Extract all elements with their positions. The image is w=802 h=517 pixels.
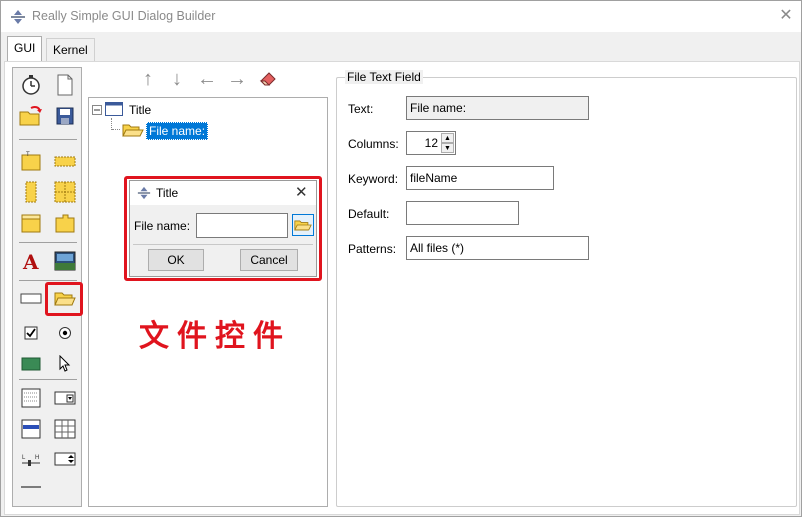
palette-highlight-box	[45, 282, 83, 316]
tree-root-label[interactable]: Title	[129, 103, 151, 117]
component-tree: Title File name:	[88, 97, 328, 507]
image-icon[interactable]	[53, 249, 77, 273]
separator-line-icon[interactable]	[19, 475, 43, 499]
vertical-box-icon[interactable]	[19, 180, 43, 204]
combo-box-icon[interactable]	[53, 386, 77, 410]
move-down-arrow-icon[interactable]: ↓	[166, 68, 188, 90]
columns-prop-label: Columns:	[348, 137, 399, 151]
slider-icon[interactable]: LH	[19, 447, 43, 471]
save-icon[interactable]	[53, 104, 77, 128]
label-text-icon[interactable]: A	[19, 249, 43, 273]
file-field-node-icon	[122, 122, 144, 141]
close-icon[interactable]: ✕	[771, 4, 801, 28]
palette-separator	[19, 242, 77, 243]
checkbox-icon[interactable]	[19, 321, 43, 345]
grid-box-icon[interactable]	[53, 180, 77, 204]
eraser-icon[interactable]	[257, 68, 279, 90]
app-logo-icon	[10, 9, 26, 25]
spinner-icon[interactable]	[53, 447, 77, 471]
palette-separator	[19, 139, 77, 140]
tab-container-icon[interactable]	[53, 211, 77, 235]
groupbox-icon[interactable]: T	[19, 149, 43, 173]
open-folder-icon[interactable]	[19, 104, 43, 128]
svg-text:T: T	[26, 152, 30, 158]
app-window: Really Simple GUI Dialog Builder ✕ GUI K…	[0, 0, 802, 517]
spinner-up-icon[interactable]: ▲	[441, 133, 454, 143]
keyword-prop-input[interactable]: fileName	[406, 166, 554, 190]
tree-collapse-toggle[interactable]	[92, 104, 102, 118]
default-prop-input[interactable]	[406, 201, 519, 225]
tab-kernel[interactable]: Kernel	[46, 38, 95, 61]
move-right-arrow-icon[interactable]: →	[226, 68, 248, 90]
list-box-icon[interactable]	[19, 386, 43, 410]
svg-text:H: H	[35, 455, 39, 461]
table-selection-icon[interactable]	[19, 417, 43, 441]
tab-strip: GUI Kernel	[1, 32, 801, 62]
color-chooser-icon[interactable]	[19, 352, 43, 376]
palette-separator	[19, 379, 77, 380]
window-node-icon	[105, 102, 123, 119]
window-title: Really Simple GUI Dialog Builder	[32, 9, 216, 23]
columns-value: 12	[424, 136, 438, 150]
tab-gui[interactable]: GUI	[7, 36, 43, 62]
text-prop-label: Text:	[348, 102, 374, 116]
frame-icon[interactable]	[19, 211, 43, 235]
patterns-prop-label: Patterns:	[348, 242, 397, 256]
title-bar: Really Simple GUI Dialog Builder ✕	[1, 1, 801, 32]
svg-text:A: A	[22, 250, 39, 272]
keyword-prop-label: Keyword:	[348, 172, 399, 186]
spinner-down-icon[interactable]: ▼	[441, 143, 454, 153]
new-file-icon[interactable]	[53, 73, 77, 97]
cursor-pointer-icon[interactable]	[53, 352, 77, 376]
patterns-prop-input[interactable]: All files (*)	[406, 236, 589, 260]
timer-icon[interactable]	[19, 73, 43, 97]
default-prop-label: Default:	[348, 207, 390, 221]
radio-button-icon[interactable]	[53, 321, 77, 345]
properties-section-title: File Text Field	[345, 70, 423, 84]
move-left-arrow-icon[interactable]: ←	[196, 68, 218, 90]
annotation-text: 文件控件	[139, 319, 291, 354]
tree-child-label-selected[interactable]: File name:	[146, 122, 209, 140]
text-prop-input[interactable]: File name:	[406, 96, 589, 120]
dialog-highlight-box	[124, 176, 322, 281]
text-field-icon[interactable]	[19, 286, 43, 310]
table-grid-icon[interactable]	[53, 417, 77, 441]
palette-separator	[19, 280, 77, 281]
svg-text:L: L	[22, 455, 26, 461]
tree-connector-line	[112, 129, 120, 130]
horizontal-box-icon[interactable]	[53, 149, 77, 173]
move-up-arrow-icon[interactable]: ↑	[137, 68, 159, 90]
